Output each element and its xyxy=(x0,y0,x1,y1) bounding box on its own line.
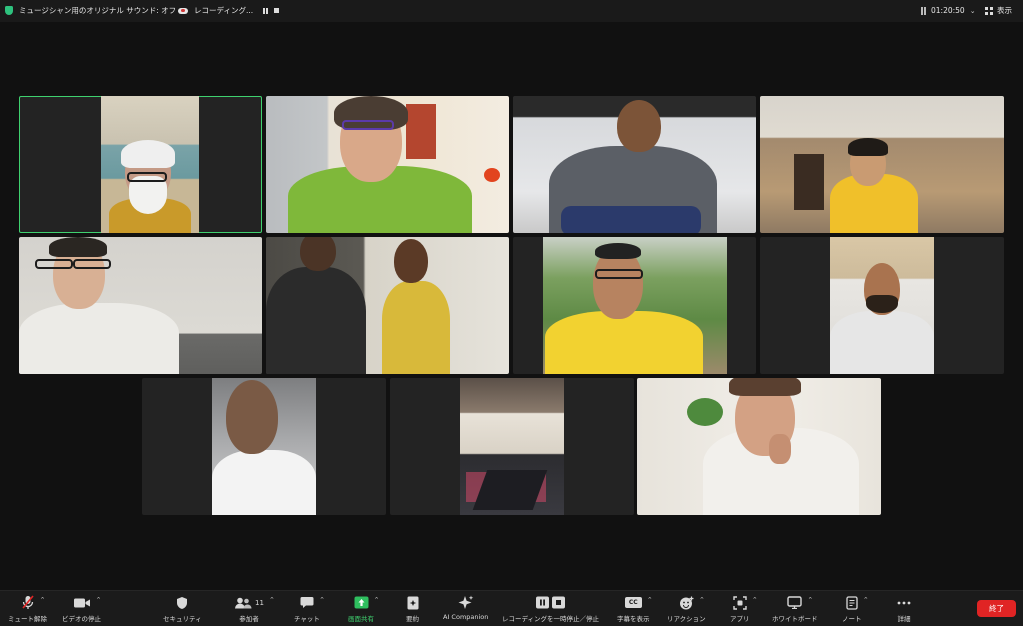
reactions-button[interactable]: ⌃ リアクション xyxy=(667,595,706,623)
summary-label: 要約 xyxy=(406,615,419,623)
unmute-label: ミュート解除 xyxy=(8,615,47,623)
recording-indicator[interactable]: レコーディング... xyxy=(178,3,280,18)
chat-button[interactable]: ⌃ チャット xyxy=(294,595,325,623)
video-feed xyxy=(212,378,316,515)
chevron-down-icon: ⌄ xyxy=(969,6,976,15)
emoji-plus-icon xyxy=(679,596,694,609)
video-feed xyxy=(830,237,934,374)
timer-text: 01:20:50 xyxy=(931,6,965,15)
meeting-timer[interactable]: 01:20:50 ⌄ xyxy=(921,3,976,18)
ai-companion-label: AI Companion xyxy=(443,613,489,621)
chevron-up-icon[interactable]: ⌃ xyxy=(319,596,325,604)
whiteboard-label: ホワイトボード xyxy=(772,615,818,623)
video-feed xyxy=(101,96,199,233)
summary-document-icon xyxy=(407,596,418,609)
stop-video-button[interactable]: ⌃ ビデオの停止 xyxy=(62,595,102,623)
video-tile-9[interactable] xyxy=(142,378,386,515)
stop-recording-icon[interactable] xyxy=(274,8,280,13)
participants-icon xyxy=(235,597,252,608)
stop-video-label: ビデオの停止 xyxy=(62,615,101,623)
shield-icon xyxy=(5,6,13,15)
video-tile-4[interactable] xyxy=(760,96,1004,233)
notes-label: ノート xyxy=(842,615,862,623)
closed-captions-icon: CC xyxy=(624,597,642,608)
original-sound-label: ミュージシャン用のオリジナル サウンド: オフ xyxy=(19,6,177,15)
pause-recording-icon[interactable] xyxy=(263,7,269,14)
video-tile-5[interactable] xyxy=(19,237,262,374)
video-feed xyxy=(266,96,509,233)
video-feed xyxy=(460,378,564,515)
ai-companion-button[interactable]: AI Companion xyxy=(443,595,488,621)
more-button[interactable]: 詳細 xyxy=(897,595,911,623)
share-screen-label: 画面共有 xyxy=(348,615,374,623)
more-dots-icon xyxy=(897,601,911,604)
pause-stop-recording-button[interactable]: レコーディングを一時停止／停止 xyxy=(502,595,599,623)
chevron-up-icon[interactable]: ⌃ xyxy=(96,596,102,604)
video-feed xyxy=(266,237,509,374)
chat-bubble-icon xyxy=(300,597,314,608)
grid-view-icon xyxy=(985,6,993,15)
chevron-up-icon[interactable]: ⌃ xyxy=(752,596,758,604)
video-tile-7[interactable] xyxy=(513,237,756,374)
notes-button[interactable]: ⌃ ノート xyxy=(842,595,869,623)
pause-stop-icon xyxy=(535,596,565,609)
whiteboard-icon xyxy=(787,596,802,609)
view-label: 表示 xyxy=(997,6,1012,15)
end-meeting-button[interactable]: 終了 xyxy=(977,600,1016,617)
reactions-label: リアクション xyxy=(667,615,706,623)
chevron-up-icon[interactable]: ⌃ xyxy=(863,596,869,604)
video-tile-8[interactable] xyxy=(760,237,1004,374)
shield-icon xyxy=(177,596,188,609)
summary-button[interactable]: 要約 xyxy=(406,595,419,623)
original-sound-indicator[interactable]: ミュージシャン用のオリジナル サウンド: オフ xyxy=(5,3,176,18)
whiteboard-button[interactable]: ⌃ ホワイトボード xyxy=(772,595,818,623)
notes-icon xyxy=(846,595,858,610)
sparkle-icon xyxy=(458,595,474,609)
captions-button[interactable]: CC ⌃ 字幕を表示 xyxy=(617,595,653,623)
video-tile-1[interactable] xyxy=(19,96,262,233)
apps-button[interactable]: ⌃ アプリ xyxy=(730,595,758,623)
chat-label: チャット xyxy=(294,615,320,623)
recording-label: レコーディング... xyxy=(194,6,254,15)
apps-label: アプリ xyxy=(730,615,750,623)
microphone-muted-icon xyxy=(21,595,34,609)
video-feed xyxy=(637,378,881,515)
chevron-up-icon[interactable]: ⌃ xyxy=(269,596,275,604)
captions-label: 字幕を表示 xyxy=(617,615,650,623)
chevron-up-icon[interactable]: ⌃ xyxy=(647,596,653,604)
video-tile-11[interactable] xyxy=(637,378,881,515)
view-button[interactable]: 表示 xyxy=(985,3,1012,18)
participants-count: 11 xyxy=(255,598,264,607)
pause-bars-icon xyxy=(921,6,926,15)
video-tile-6[interactable] xyxy=(266,237,509,374)
apps-icon xyxy=(733,595,747,610)
video-camera-icon xyxy=(73,598,90,607)
video-feed xyxy=(513,96,756,233)
participants-label: 参加者 xyxy=(239,615,259,623)
meeting-toolbar: ⌃ ミュート解除 ⌃ ビデオの停止 セキュリティ 11 ⌃ 参加者 ⌃ チャット… xyxy=(0,590,1023,626)
participants-button[interactable]: 11 ⌃ 参加者 xyxy=(234,595,275,623)
video-tile-3[interactable] xyxy=(513,96,756,233)
chevron-up-icon[interactable]: ⌃ xyxy=(374,596,380,604)
unmute-button[interactable]: ⌃ ミュート解除 xyxy=(8,595,47,623)
video-feed xyxy=(760,96,1004,233)
pause-stop-recording-label: レコーディングを一時停止／停止 xyxy=(502,615,600,623)
video-tile-2[interactable] xyxy=(266,96,509,233)
video-feed xyxy=(19,237,262,374)
more-label: 詳細 xyxy=(897,615,911,623)
video-feed xyxy=(543,237,727,374)
security-label: セキュリティ xyxy=(163,615,202,623)
share-screen-button[interactable]: ⌃ 画面共有 xyxy=(348,595,380,623)
chevron-up-icon[interactable]: ⌃ xyxy=(699,596,705,604)
chevron-up-icon[interactable]: ⌃ xyxy=(807,596,813,604)
video-tile-10[interactable] xyxy=(390,378,634,515)
cloud-recording-icon xyxy=(178,7,188,14)
share-screen-icon xyxy=(354,596,368,609)
chevron-up-icon[interactable]: ⌃ xyxy=(40,596,46,604)
meeting-topbar: ミュージシャン用のオリジナル サウンド: オフ レコーディング... 01:20… xyxy=(0,0,1023,22)
security-button[interactable]: セキュリティ xyxy=(163,595,202,623)
